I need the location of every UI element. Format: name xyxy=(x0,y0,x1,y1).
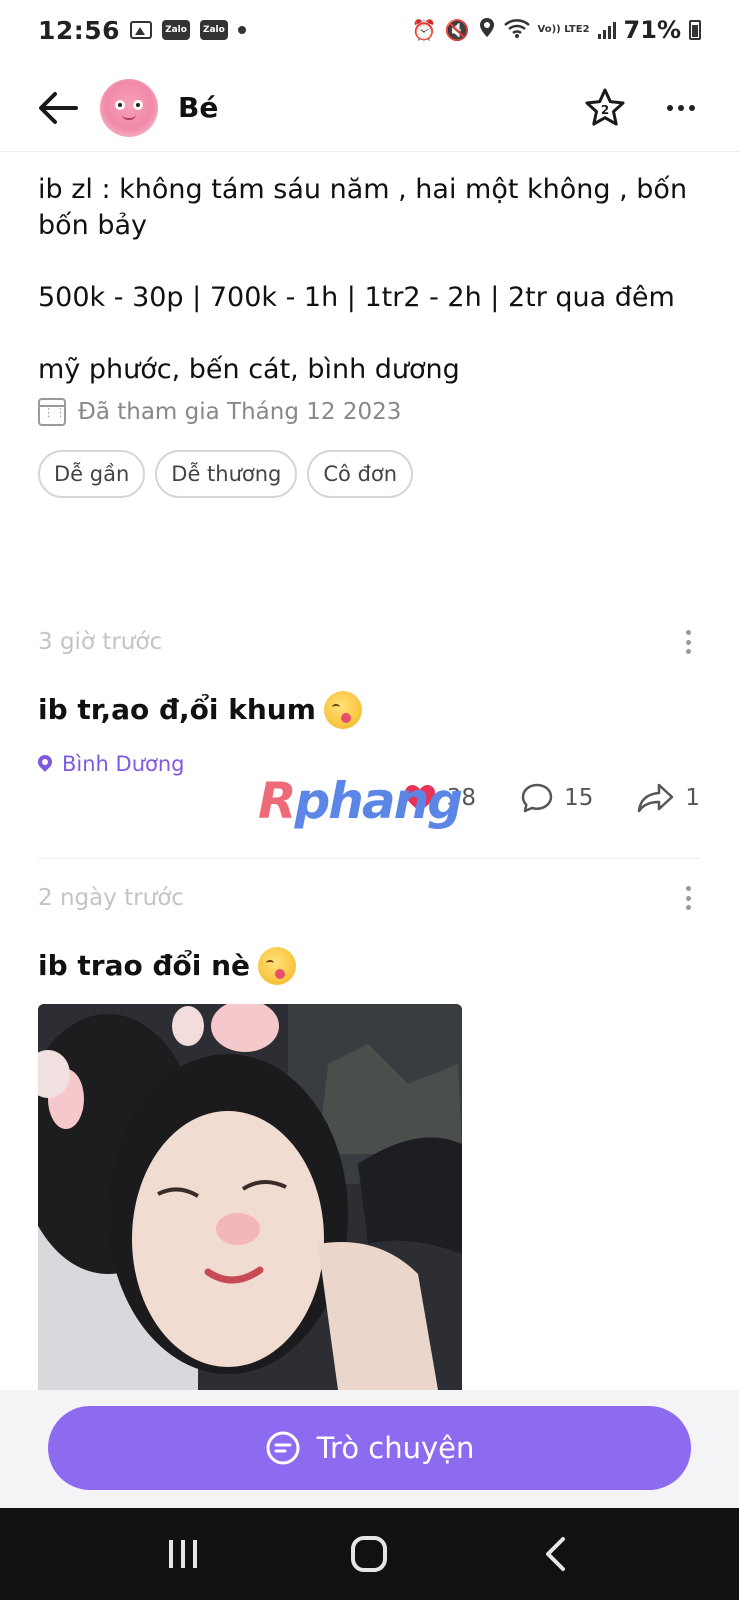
post-photo-image xyxy=(38,1004,462,1390)
alarm-icon: ⏰ xyxy=(411,18,437,42)
recent-apps-button[interactable] xyxy=(153,1524,213,1584)
post-divider xyxy=(38,858,700,859)
status-left: 12:56 Zalo Zalo xyxy=(38,16,246,45)
share-button[interactable]: 1 xyxy=(637,782,700,814)
bio-location-line: mỹ phước, bến cát, bình dương xyxy=(38,354,460,385)
more-options-button[interactable] xyxy=(657,84,705,132)
calendar-icon xyxy=(38,398,67,426)
wifi-icon xyxy=(503,18,530,42)
avatar-mouth xyxy=(122,114,136,120)
watermark-rest: phang xyxy=(294,772,464,830)
post-meta: 3 giờ trước xyxy=(38,620,700,664)
tag-chip[interactable]: Dễ gần xyxy=(38,450,146,498)
avatar-eye-left xyxy=(115,99,125,110)
home-icon xyxy=(351,1536,388,1572)
share-icon xyxy=(638,783,674,813)
status-time: 12:56 xyxy=(38,15,121,45)
more-dot xyxy=(667,104,673,111)
star-icon: 2 xyxy=(585,88,625,126)
chat-bubble-icon xyxy=(266,1431,300,1465)
post-time: 3 giờ trước xyxy=(38,629,163,655)
battery-percent: 71% xyxy=(623,16,681,44)
location-pin-icon xyxy=(38,755,52,773)
signal-icon xyxy=(597,21,616,39)
post-menu-button[interactable] xyxy=(676,627,700,657)
status-right: ⏰ 🔇 Vo)) LTE2 71% xyxy=(412,16,701,44)
profile-header: Bé 2 xyxy=(0,64,739,152)
post-text: ib trao đổi nè xyxy=(38,946,700,986)
battery-icon xyxy=(689,20,701,40)
home-button[interactable] xyxy=(339,1524,399,1584)
mute-icon: 🔇 xyxy=(444,18,470,42)
post-text-content: ib trao đổi nè xyxy=(38,949,251,982)
chat-button[interactable]: Trò chuyện xyxy=(48,1406,691,1490)
post-photo[interactable] xyxy=(38,1004,462,1390)
post-item: 2 ngày trước ib trao đổi nè xyxy=(38,876,700,986)
system-back-button[interactable] xyxy=(526,1524,586,1584)
tag-chip[interactable]: Dễ thương xyxy=(155,450,298,498)
post-item: 3 giờ trước ib tr,ao đ,ổi khum Bình Dươn… xyxy=(38,620,700,813)
bio-price-line: 500k - 30p | 700k - 1h | 1tr2 - 2h | 2tr… xyxy=(38,282,675,313)
tag-list: Dễ gần Dễ thương Cô đơn xyxy=(38,450,698,498)
post-text: ib tr,ao đ,ổi khum xyxy=(38,690,700,730)
watermark-r: R xyxy=(258,772,296,830)
avatar-eye-right xyxy=(133,99,143,110)
more-dot xyxy=(689,104,695,111)
savoring-food-emoji-icon xyxy=(323,691,362,729)
more-dot xyxy=(678,104,684,111)
bio-contact-line: ib zl : không tám sáu năm , hai một khôn… xyxy=(38,174,688,241)
zalo-notification-icon: Zalo xyxy=(162,20,190,40)
post-location-text: Bình Dương xyxy=(62,752,185,776)
joined-date-text: Đã tham gia Tháng 12 2023 xyxy=(78,399,402,425)
avatar[interactable] xyxy=(100,78,158,137)
gallery-notification-icon xyxy=(130,21,153,39)
status-bar: 12:56 Zalo Zalo ⏰ 🔇 Vo)) LTE2 71% xyxy=(0,0,739,60)
chat-button-label: Trò chuyện xyxy=(316,1431,475,1465)
comment-button[interactable]: 15 xyxy=(520,782,593,814)
system-nav-bar xyxy=(0,1508,739,1600)
post-menu-button[interactable] xyxy=(676,883,700,913)
profile-bio: ib zl : không tám sáu năm , hai một khôn… xyxy=(38,172,698,498)
zalo-notification-icon-2: Zalo xyxy=(199,20,228,40)
share-count: 1 xyxy=(685,785,700,811)
page-title: Bé xyxy=(178,91,219,124)
more-notifications-dot xyxy=(237,26,246,34)
savoring-food-emoji-icon xyxy=(258,947,297,985)
comment-count: 15 xyxy=(564,785,594,811)
recent-apps-icon xyxy=(169,1540,198,1568)
post-meta: 2 ngày trước xyxy=(38,876,700,920)
svg-text:2: 2 xyxy=(601,103,609,117)
lte-indicator: Vo)) LTE2 xyxy=(537,24,590,35)
post-time: 2 ngày trước xyxy=(38,885,184,911)
post-text-content: ib tr,ao đ,ổi khum xyxy=(38,693,316,726)
chat-bar: Trò chuyện xyxy=(0,1390,739,1508)
tag-chip[interactable]: Cô đơn xyxy=(307,450,414,498)
watermark-logo: Rphang xyxy=(258,772,464,830)
chevron-left-icon xyxy=(545,1537,565,1571)
comment-icon xyxy=(521,783,553,813)
back-button[interactable] xyxy=(34,84,82,132)
arrow-left-icon xyxy=(39,91,78,124)
favorite-button[interactable]: 2 xyxy=(581,84,629,132)
joined-date: Đã tham gia Tháng 12 2023 xyxy=(38,398,698,426)
location-status-icon xyxy=(478,17,496,43)
